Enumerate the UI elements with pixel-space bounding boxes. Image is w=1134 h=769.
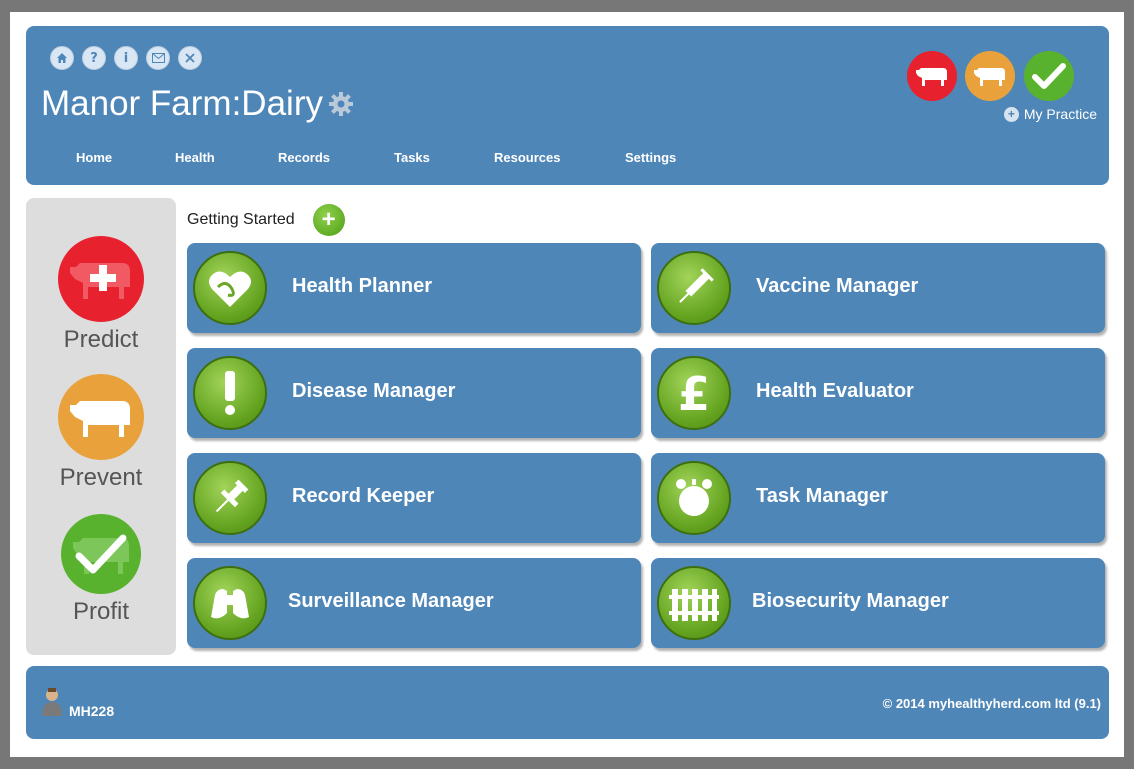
getting-started: Getting Started + (187, 204, 345, 236)
user-icon (41, 688, 63, 719)
sidebar: Predict Prevent Profit (26, 198, 176, 655)
tile-disease-manager[interactable]: Disease Manager (187, 348, 641, 438)
pushpin-icon (193, 461, 267, 535)
tile-health-evaluator[interactable]: £ Health Evaluator (651, 348, 1105, 438)
tile-label: Health Evaluator (756, 380, 914, 402)
my-practice-link[interactable]: + My Practice (1003, 106, 1097, 122)
sidebar-label-prevent: Prevent (59, 464, 143, 491)
binoculars-icon (193, 566, 267, 640)
cow-check-icon (61, 514, 141, 594)
tile-label: Vaccine Manager (756, 275, 919, 297)
heart-icon (193, 251, 267, 325)
nav-records[interactable]: Records (278, 150, 330, 165)
tile-label: Record Keeper (292, 485, 435, 507)
mail-icon[interactable] (146, 46, 170, 70)
gear-icon[interactable] (327, 90, 355, 118)
nav-home[interactable]: Home (76, 150, 112, 165)
sidebar-item-predict[interactable]: Predict (26, 236, 176, 354)
tile-label: Task Manager (756, 485, 888, 507)
nav-resources[interactable]: Resources (494, 150, 560, 165)
exclamation-icon (193, 356, 267, 430)
nav-tasks[interactable]: Tasks (394, 150, 430, 165)
sidebar-item-prevent[interactable]: Prevent (26, 374, 176, 492)
nav-settings[interactable]: Settings (625, 150, 676, 165)
tile-label: Health Planner (292, 275, 433, 297)
getting-started-plus-icon[interactable]: + (312, 204, 345, 236)
farm-title-text: Manor Farm:Dairy (41, 84, 323, 123)
tile-vaccine-manager[interactable]: Vaccine Manager (651, 243, 1105, 333)
tile-label: Disease Manager (292, 380, 456, 402)
close-icon[interactable] (178, 46, 202, 70)
user-info[interactable]: MH228 (41, 688, 114, 719)
footer: MH228 © 2014 myhealthyherd.com ltd (9.1) (26, 666, 1109, 739)
cow-icon (58, 374, 144, 460)
tile-surveillance-manager[interactable]: Surveillance Manager (187, 558, 641, 648)
alarm-clock-icon (657, 461, 731, 535)
nav-health[interactable]: Health (175, 150, 215, 165)
info-icon[interactable]: i (114, 46, 138, 70)
svg-text:£: £ (678, 368, 710, 418)
help-icon[interactable]: ? (82, 46, 106, 70)
fence-icon (657, 566, 731, 640)
header-icon-row: ? i (50, 46, 202, 70)
cow-plus-icon (58, 236, 144, 322)
plus-icon: + (1003, 106, 1019, 122)
my-practice-label: My Practice (1023, 106, 1097, 122)
tile-biosecurity-manager[interactable]: Biosecurity Manager (651, 558, 1105, 648)
sidebar-label-profit: Profit (72, 598, 129, 625)
syringe-icon (657, 251, 731, 325)
farm-title: Manor Farm:Dairy (41, 84, 355, 124)
copyright: © 2014 myhealthyherd.com ltd (9.1) (882, 696, 1101, 711)
sidebar-label-predict: Predict (63, 326, 139, 353)
tile-health-planner[interactable]: Health Planner (187, 243, 641, 333)
tile-task-manager[interactable]: Task Manager (651, 453, 1105, 543)
home-icon[interactable] (50, 46, 74, 70)
red-cow-status-icon[interactable] (907, 51, 957, 101)
tile-record-keeper[interactable]: Record Keeper (187, 453, 641, 543)
orange-cow-status-icon[interactable] (965, 51, 1015, 101)
tile-label: Biosecurity Manager (752, 590, 949, 612)
green-check-status-icon[interactable] (1024, 51, 1074, 101)
user-name: MH228 (69, 703, 115, 719)
getting-started-label: Getting Started (187, 211, 295, 228)
tile-label: Surveillance Manager (288, 590, 494, 612)
pound-icon: £ (657, 356, 731, 430)
header: ? i Manor Farm:Dairy Home Health Records… (26, 26, 1109, 185)
status-indicators: + My Practice (907, 51, 1097, 131)
sidebar-item-profit[interactable]: Profit (26, 514, 176, 626)
